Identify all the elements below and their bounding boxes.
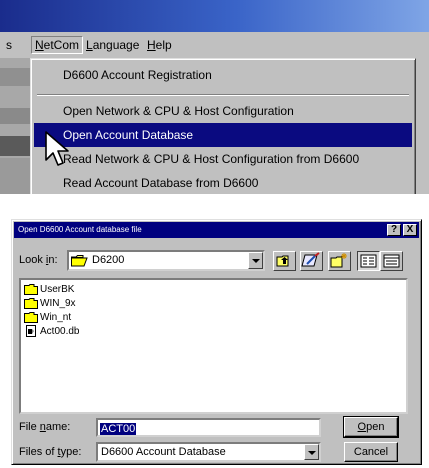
details-view-icon [383,254,400,268]
app-window-background: s NetCom Language Help D6600 Account Reg… [0,0,429,194]
menu-separator [37,94,409,96]
menu-item-read-account-database[interactable]: Read Account Database from D6600 [34,171,412,194]
close-button[interactable]: X [403,224,417,236]
app-titlebar [0,0,429,32]
look-in-value: D6200 [92,254,125,266]
menubar-item-language[interactable]: Language [86,37,139,53]
up-folder-icon [276,255,289,267]
dialog-titlebar: Open D6600 Account database file ? X [14,222,419,238]
list-item-folder[interactable]: WIN_9x [24,297,76,310]
files-of-type-value: D6600 Account Database [101,446,226,458]
look-in-combo[interactable]: D6200 [67,250,265,271]
menubar-item-partial[interactable]: s [6,37,12,53]
open-file-dialog: Open D6600 Account database file ? X Loo… [11,219,422,465]
list-view-button[interactable] [357,251,380,271]
file-name: WIN_9x [40,298,76,309]
background-window-edge [0,58,30,194]
up-one-level-button[interactable] [273,251,296,271]
list-item-file[interactable]: Act00.db [24,325,79,338]
list-view-icon [360,254,377,268]
file-name: Win_nt [40,312,72,323]
menu-item-read-network-config[interactable]: Read Network & CPU & Host Configuration … [34,147,412,171]
folder-icon [24,297,38,309]
open-button[interactable]: Open [343,416,399,438]
menubar: s NetCom Language Help [0,33,429,57]
open-folder-icon [71,255,88,267]
file-name: Act00.db [40,326,80,337]
menu-item-account-registration[interactable]: D6600 Account Registration [34,63,412,87]
file-name: UserBK [40,284,75,295]
files-of-type-combo[interactable]: D6600 Account Database [96,442,321,462]
menubar-item-help[interactable]: Help [147,37,172,53]
files-of-type-label: Files of type: [19,446,82,458]
file-name-value: ACT00 [100,423,137,435]
mouse-pointer-icon [45,131,69,166]
folder-icon [24,283,38,295]
desktop-icon [301,252,320,267]
look-in-dropdown-arrow[interactable] [248,252,263,269]
list-item-folder[interactable]: UserBK [24,283,74,296]
menu-item-open-account-database[interactable]: Open Account Database [34,123,412,147]
desktop-button[interactable] [300,251,323,271]
menubar-item-netcom[interactable]: NetCom [31,36,84,54]
dialog-title: Open D6600 Account database file [18,225,142,234]
file-list[interactable]: UserBK WIN_9x Win_nt Act00.db [19,278,408,414]
folder-icon [24,311,38,323]
netcom-dropdown-menu: D6600 Account Registration Open Network … [30,58,416,194]
menu-item-open-network-config[interactable]: Open Network & CPU & Host Configuration [34,99,412,123]
list-item-folder[interactable]: Win_nt [24,311,71,324]
file-name-input[interactable]: ACT00 [96,418,321,437]
files-of-type-dropdown-arrow[interactable] [304,444,319,460]
create-new-folder-button[interactable] [328,251,351,271]
file-icon [26,325,36,338]
details-view-button[interactable] [380,251,403,271]
look-in-label: Look in: [19,254,58,266]
new-folder-icon [330,253,347,268]
help-button[interactable]: ? [387,224,401,236]
file-name-label: File name: [19,421,71,433]
cancel-button[interactable]: Cancel [344,442,398,462]
